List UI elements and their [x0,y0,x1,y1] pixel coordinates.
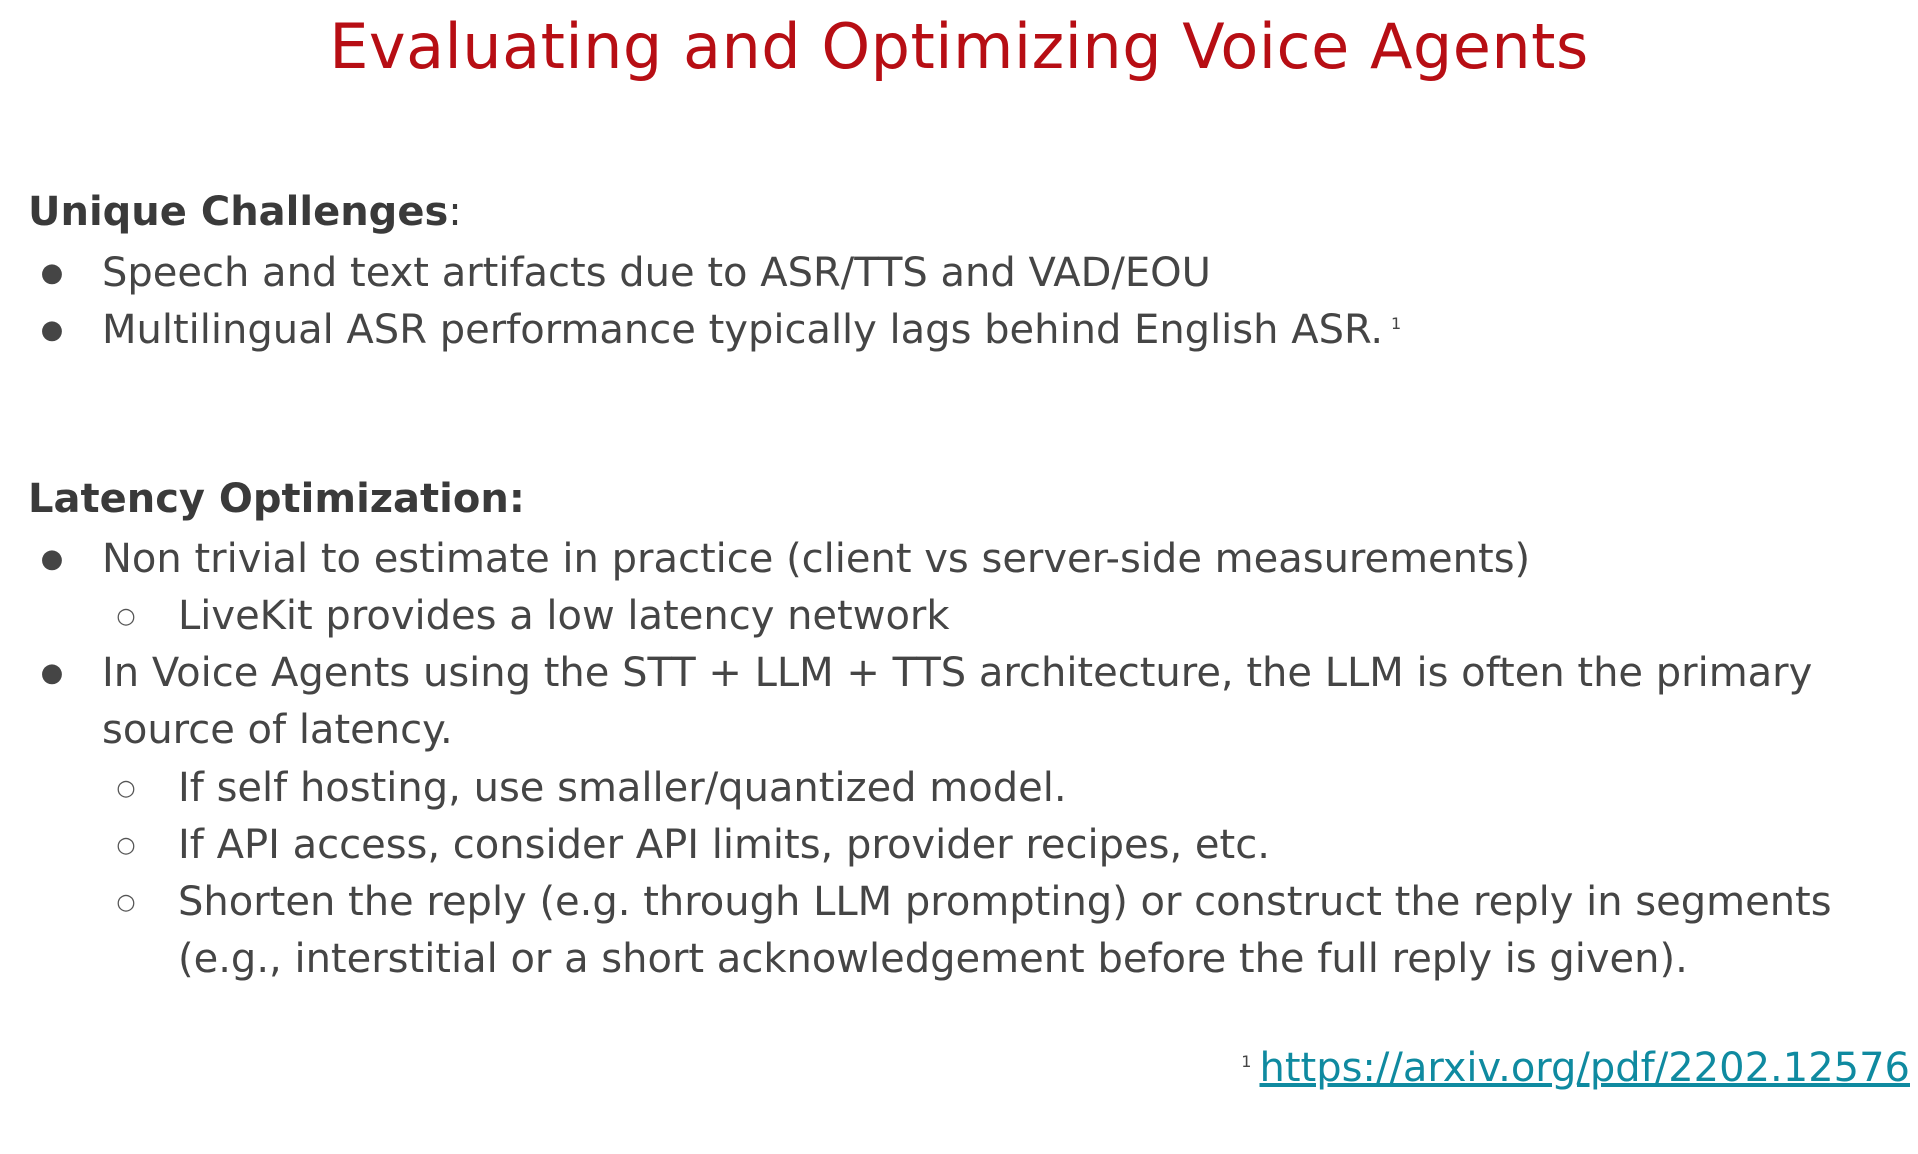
list-item: ● Non trivial to estimate in practice (c… [32,531,1892,588]
challenges-heading-colon: : [448,189,462,235]
list-item-text: LiveKit provides a low latency network [178,593,950,639]
bullet-icon: ● [40,258,64,288]
list-item: ○ If self hosting, use smaller/quantized… [106,760,1896,817]
arxiv-link[interactable]: https://arxiv.org/pdf/2202.12576 [1259,1045,1910,1091]
list-item: ● In Voice Agents using the STT + LLM + … [32,645,1892,759]
list-item-text: If self hosting, use smaller/quantized m… [178,765,1067,811]
list-item: ● Multilingual ASR performance typically… [32,302,1892,359]
bullet-icon: ● [40,658,64,688]
list-item-text: Non trivial to estimate in practice (cli… [102,536,1531,582]
footnote: 1 https://arxiv.org/pdf/2202.12576 [1241,1044,1910,1092]
list-item-text: Speech and text artifacts due to ASR/TTS… [102,250,1211,296]
list-item-text: If API access, consider API limits, prov… [178,822,1270,868]
slide: Evaluating and Optimizing Voice Agents U… [0,0,1918,1154]
list-item-text: In Voice Agents using the STT + LLM + TT… [102,650,1813,753]
list-item-text-wrap: Multilingual ASR performance typically l… [102,302,1892,359]
bullet-icon: ● [40,544,64,574]
list-item-text: Shorten the reply (e.g. through LLM prom… [178,879,1832,982]
challenges-heading-text: Unique Challenges [28,189,449,235]
bullet-icon: ● [40,315,64,345]
list-item: ● Speech and text artifacts due to ASR/T… [32,245,1892,302]
slide-title: Evaluating and Optimizing Voice Agents [329,10,1589,83]
sub-bullet-icon: ○ [116,604,136,629]
sub-bullet-icon: ○ [116,890,136,915]
section-heading-challenges: Unique Challenges: [28,188,462,236]
footnote-number: 1 [1241,1051,1252,1071]
sub-bullet-icon: ○ [116,776,136,801]
section-heading-latency: Latency Optimization: [28,476,525,522]
list-item: ○ Shorten the reply (e.g. through LLM pr… [106,874,1896,988]
list-item: ○ If API access, consider API limits, pr… [106,817,1896,874]
footnote-ref: 1 [1391,313,1402,333]
sub-bullet-icon: ○ [116,833,136,858]
list-item: ○ LiveKit provides a low latency network [106,588,1896,645]
list-item-text: Multilingual ASR performance typically l… [102,307,1384,353]
